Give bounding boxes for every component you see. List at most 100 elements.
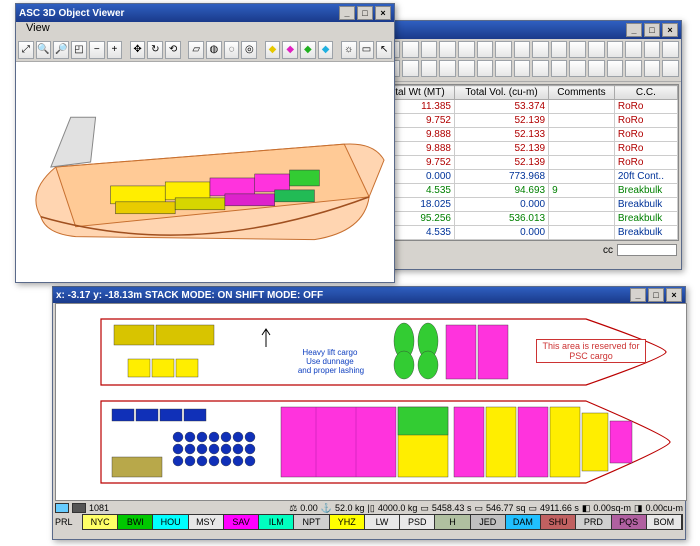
cell-vol: 94.693 <box>454 184 548 198</box>
viewer3d-window: ASC 3D Object Viewer _ □ × View ⤢🔍🔎◰−+ ✥↻… <box>15 3 395 283</box>
xray-icon[interactable]: ◌ <box>224 41 240 59</box>
toolbar-button[interactable] <box>625 41 642 58</box>
zoom-extent-icon[interactable]: ⤢ <box>18 41 34 59</box>
toolbar-button[interactable] <box>662 60 679 77</box>
legend-port[interactable]: MSY <box>189 515 224 529</box>
toolbar-button[interactable] <box>495 60 512 77</box>
cell-vol: 0.000 <box>454 226 548 240</box>
column-header[interactable]: C.C. <box>614 86 677 100</box>
close-button[interactable]: × <box>662 23 678 37</box>
filter-label: cc <box>603 245 613 256</box>
toolbar-button[interactable] <box>569 60 586 77</box>
toolbar-button[interactable] <box>439 60 456 77</box>
box-yellow-icon[interactable]: ◆ <box>265 41 281 59</box>
legend-port[interactable]: JED <box>471 515 506 529</box>
minimize-button[interactable]: _ <box>626 23 642 37</box>
legend-port[interactable]: YHZ <box>330 515 365 529</box>
close-button[interactable]: × <box>375 6 391 20</box>
toolbar-button[interactable] <box>514 41 531 58</box>
legend-port[interactable]: HOU <box>153 515 188 529</box>
pointer-icon[interactable]: ↖ <box>376 41 392 59</box>
toolbar-button[interactable] <box>607 60 624 77</box>
maximize-button[interactable]: □ <box>644 23 660 37</box>
cell-comment <box>549 170 615 184</box>
cell-cc: RoRo <box>614 142 677 156</box>
legend-port[interactable]: BOM <box>647 515 682 529</box>
toolbar-button[interactable] <box>588 41 605 58</box>
legend-port[interactable]: PQS <box>612 515 647 529</box>
legend-port[interactable]: DAM <box>506 515 541 529</box>
toolbar-button[interactable] <box>607 41 624 58</box>
orbit-icon[interactable]: ↻ <box>147 41 163 59</box>
viewer3d-canvas[interactable] <box>16 62 394 282</box>
zoom-window-icon[interactable]: ◰ <box>71 41 87 59</box>
toolbar-button[interactable] <box>532 41 549 58</box>
close-button[interactable]: × <box>666 288 682 302</box>
reset-icon[interactable]: ⟲ <box>165 41 181 59</box>
viewer3d-titlebar[interactable]: ASC 3D Object Viewer _ □ × <box>16 4 394 22</box>
toolbar-button[interactable] <box>588 60 605 77</box>
legend-port[interactable]: NPT <box>294 515 329 529</box>
toolbar-button[interactable] <box>514 60 531 77</box>
toolbar-button[interactable] <box>569 41 586 58</box>
legend-port[interactable]: SHU <box>541 515 576 529</box>
toolbar-button[interactable] <box>439 41 456 58</box>
toolbar-button[interactable] <box>421 60 438 77</box>
toolbar-button[interactable] <box>477 60 494 77</box>
toolbar-button[interactable] <box>532 60 549 77</box>
maximize-button[interactable]: □ <box>648 288 664 302</box>
toolbar-button[interactable] <box>402 41 419 58</box>
toolbar-button[interactable] <box>644 41 661 58</box>
legend-port[interactable]: H <box>435 515 470 529</box>
toolbar-button[interactable] <box>662 41 679 58</box>
cell-vol: 52.139 <box>454 156 548 170</box>
status-swatch-2 <box>72 503 86 513</box>
box-magenta-icon[interactable]: ◆ <box>282 41 298 59</box>
toolbar-button[interactable] <box>551 60 568 77</box>
pan-icon[interactable]: ✥ <box>130 41 146 59</box>
zoom-min-icon[interactable]: − <box>89 41 105 59</box>
cell-vol: 536.013 <box>454 212 548 226</box>
filter-dropdown[interactable] <box>617 244 677 256</box>
legend-port[interactable]: BWI <box>118 515 153 529</box>
legend-port[interactable]: ILM <box>259 515 294 529</box>
hidden-icon[interactable]: ◎ <box>241 41 257 59</box>
legend-port[interactable]: SAV <box>224 515 259 529</box>
menu-view[interactable]: View <box>20 22 56 34</box>
deckplan-statusbar: 1081 ⚖0.00 ⚓52.0 kg |▯4000.0 kg ▭5458.43… <box>53 501 685 529</box>
deckplan-canvas[interactable]: Heavy lift cargo Use dunnage and proper … <box>55 303 687 501</box>
toolbar-button[interactable] <box>458 60 475 77</box>
legend-port[interactable]: PRD <box>576 515 611 529</box>
toolbar-button[interactable] <box>625 60 642 77</box>
status-weight: 52.0 kg <box>335 503 365 513</box>
column-header[interactable]: Comments <box>549 86 615 100</box>
zoom-max-icon[interactable]: + <box>107 41 123 59</box>
minimize-button[interactable]: _ <box>339 6 355 20</box>
zoom-in-icon[interactable]: 🔍 <box>36 41 52 59</box>
column-header[interactable]: Total Vol. (cu-m) <box>454 86 548 100</box>
zoom-out-icon[interactable]: 🔎 <box>53 41 69 59</box>
wireframe-icon[interactable]: ▱ <box>188 41 204 59</box>
toolbar-button[interactable] <box>551 41 568 58</box>
cell-comment <box>549 198 615 212</box>
viewer3d-menubar: View <box>16 22 394 38</box>
box-green-icon[interactable]: ◆ <box>300 41 316 59</box>
toolbar-button[interactable] <box>477 41 494 58</box>
maximize-button[interactable]: □ <box>357 6 373 20</box>
light-icon[interactable]: ☼ <box>341 41 357 59</box>
shaded-icon[interactable]: ◍ <box>206 41 222 59</box>
box-cyan-icon[interactable]: ◆ <box>318 41 334 59</box>
legend-port[interactable]: PSD <box>400 515 435 529</box>
toolbar-button[interactable] <box>495 41 512 58</box>
select-icon[interactable]: ▭ <box>359 41 375 59</box>
status-area2: 546.77 sq <box>486 503 526 513</box>
toolbar-button[interactable] <box>421 41 438 58</box>
legend-port[interactable]: NYC <box>83 515 118 529</box>
svg-text:Heavy lift cargo Use: Heavy lift cargo Use dunnage and proper … <box>298 348 364 375</box>
toolbar-button[interactable] <box>402 60 419 77</box>
toolbar-button[interactable] <box>644 60 661 77</box>
minimize-button[interactable]: _ <box>630 288 646 302</box>
legend-port[interactable]: LW <box>365 515 400 529</box>
deckplan-titlebar[interactable]: x: -3.17 y: -18.13m STACK MODE: ON SHIFT… <box>53 287 685 303</box>
toolbar-button[interactable] <box>458 41 475 58</box>
